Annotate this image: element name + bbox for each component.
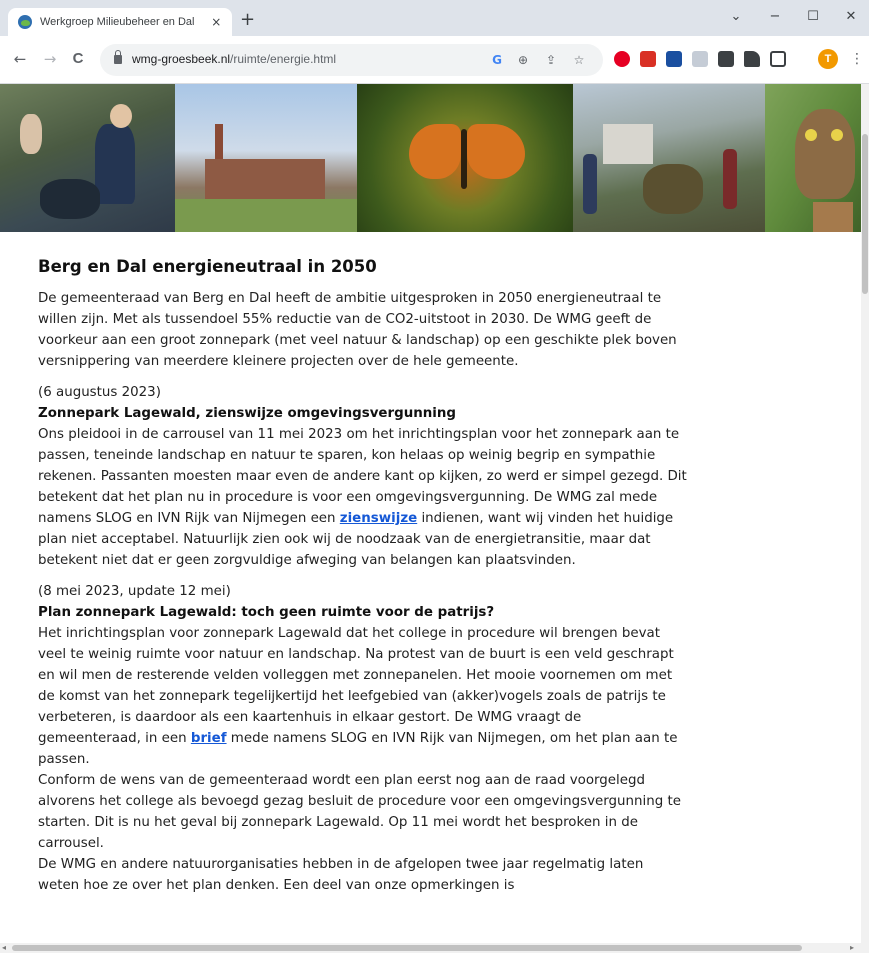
tab-search-dropdown-icon[interactable]: ⌄ — [716, 8, 756, 26]
url-path: /ruimte/energie.html — [230, 52, 337, 66]
back-button[interactable]: ← — [10, 50, 30, 68]
news-item-title: Zonnepark Lagewald, zienswijze omgevings… — [38, 406, 457, 421]
tab-close-icon[interactable]: × — [209, 15, 224, 29]
new-tab-button[interactable]: + — [240, 11, 255, 29]
minimize-button[interactable]: − — [755, 8, 795, 26]
puzzle-icon[interactable] — [744, 51, 760, 67]
page-title: Berg en Dal energieneutraal in 2050 — [38, 257, 377, 276]
intro-paragraph: De gemeenteraad van Berg en Dal heeft de… — [38, 291, 677, 369]
pinterest-ext-icon[interactable] — [614, 51, 630, 67]
profile-avatar[interactable]: T — [818, 49, 838, 69]
google-lens-icon[interactable]: G — [488, 52, 506, 68]
tab-title: Werkgroep Milieubeheer en Dal — [40, 16, 195, 28]
url-text[interactable]: wmg-groesbeek.nl/ruimte/energie.html — [132, 52, 336, 66]
scroll-left-arrow-icon[interactable]: ◂ — [2, 943, 6, 953]
news-item-paragraph: De WMG en andere natuurorganisaties hebb… — [38, 857, 644, 893]
news-item-date: (6 augustus 2023) — [38, 385, 161, 400]
blue-grid-ext-icon[interactable] — [666, 51, 682, 67]
doc-ext-icon[interactable] — [692, 51, 708, 67]
banner-photo-owl — [765, 84, 861, 232]
browser-menu-icon[interactable]: ⋮ — [850, 50, 864, 68]
zoom-icon[interactable]: ⊕ — [514, 52, 532, 68]
browser-toolbar: ← → C wmg-groesbeek.nl/ruimte/energie.ht… — [0, 36, 869, 84]
red-ext-icon[interactable] — [640, 51, 656, 67]
tab-strip: Werkgroep Milieubeheer en Dal × + ⌄ − ☐ … — [0, 0, 869, 36]
scroll-right-arrow-icon[interactable]: ▸ — [850, 943, 854, 953]
vertical-scroll-thumb[interactable] — [862, 134, 868, 294]
forward-button[interactable]: → — [40, 50, 60, 68]
url-domain: wmg-groesbeek.nl — [132, 52, 231, 66]
banner-photo-village-church — [175, 84, 357, 232]
zienswijze-link[interactable]: zienswijze — [340, 511, 417, 526]
horizontal-scrollbar[interactable]: ◂ ▸ — [0, 943, 869, 953]
browser-tab[interactable]: Werkgroep Milieubeheer en Dal × — [8, 8, 232, 36]
bookmark-star-icon[interactable]: ☆ — [570, 52, 588, 68]
calculator-ext-icon[interactable] — [718, 51, 734, 67]
reload-button[interactable]: C — [68, 50, 88, 68]
address-bar[interactable]: wmg-groesbeek.nl/ruimte/energie.html G ⊕… — [100, 44, 603, 76]
news-item-body: Ons pleidooi in de carrousel van 11 mei … — [38, 427, 687, 568]
vertical-scrollbar[interactable] — [861, 84, 869, 943]
banner-photo-volunteers — [573, 84, 765, 232]
news-item-title: Plan zonnepark Lagewald: toch geen ruimt… — [38, 605, 495, 620]
side-panel-icon[interactable] — [770, 51, 786, 67]
banner-photo-children-nature — [0, 84, 175, 232]
news-item-body: Het inrichtingsplan voor zonnepark Lagew… — [38, 626, 678, 767]
share-icon[interactable]: ⇪ — [542, 52, 560, 68]
brief-link[interactable]: brief — [191, 731, 227, 746]
news-item-date: (8 mei 2023, update 12 mei) — [38, 584, 231, 599]
site-favicon-icon — [18, 15, 32, 29]
horizontal-scroll-thumb[interactable] — [12, 945, 802, 951]
close-window-button[interactable]: ✕ — [831, 8, 869, 26]
article-content: Berg en Dal energieneutraal in 2050 De g… — [38, 252, 688, 896]
news-item-paragraph: Conform de wens van de gemeenteraad word… — [38, 773, 681, 851]
maximize-button[interactable]: ☐ — [793, 8, 833, 26]
lock-icon[interactable] — [114, 50, 122, 64]
banner-photo-butterfly — [357, 84, 573, 232]
header-banner — [0, 84, 861, 232]
